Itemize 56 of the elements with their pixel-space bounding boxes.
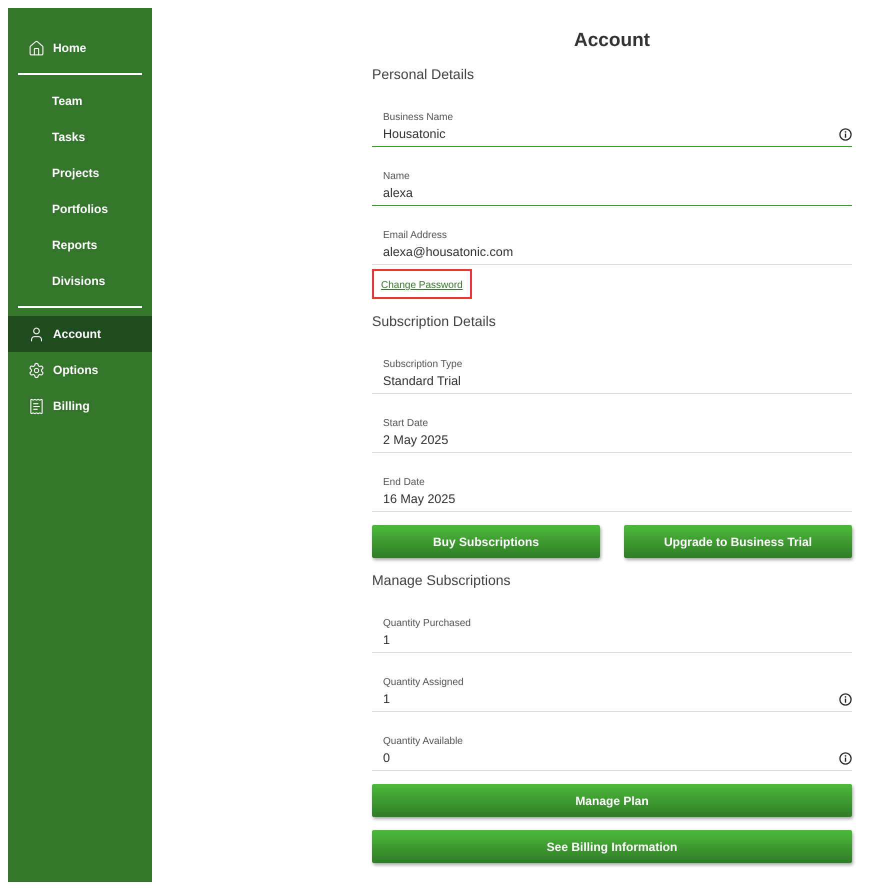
field-label: Business Name: [383, 112, 454, 123]
field-value: Standard Trial: [383, 374, 462, 388]
user-icon: [28, 326, 45, 342]
field-label: Quantity Purchased: [383, 618, 471, 629]
field-value: alexa@housatonic.com: [383, 245, 514, 259]
field-value: 2 May 2025: [383, 433, 448, 447]
nav-item[interactable]: Billing: [8, 388, 152, 424]
nav-label: Options: [53, 363, 98, 377]
field-label: Subscription Type: [383, 359, 462, 370]
field-value: 1: [383, 633, 391, 647]
nav-item[interactable]: Divisions: [8, 263, 152, 299]
field-label: Start Date: [383, 418, 430, 429]
field-value: 0: [383, 751, 391, 765]
field-value: 16 May 2025: [383, 492, 456, 506]
nav-label: Account: [53, 327, 101, 341]
info-icon[interactable]: [839, 752, 852, 765]
nav-item[interactable]: Tasks: [8, 119, 152, 155]
action-button[interactable]: Buy Subscriptions: [372, 525, 600, 558]
nav-label: Projects: [52, 166, 100, 180]
form-field[interactable]: Business Name Housatonic: [372, 88, 852, 147]
action-button[interactable]: See Billing Information: [372, 830, 852, 863]
field-label: Email Address: [383, 230, 448, 241]
info-icon[interactable]: [839, 128, 852, 141]
form-field[interactable]: Name alexa: [372, 147, 852, 206]
nav-label: Reports: [52, 238, 98, 252]
receipt-icon: [28, 398, 45, 414]
nav-label: Billing: [53, 399, 90, 413]
nav-label: Tasks: [52, 130, 86, 144]
page-title: Account: [573, 30, 651, 52]
field-label: Quantity Assigned: [383, 677, 464, 688]
nav-label: Portfolios: [52, 202, 108, 216]
nav-label: Home: [53, 41, 86, 55]
nav-item[interactable]: Team: [8, 83, 152, 119]
nav-item[interactable]: Account: [8, 316, 152, 352]
section-heading: Manage Subscriptions: [372, 572, 512, 588]
nav-item[interactable]: Home: [8, 30, 152, 66]
field-value: alexa: [383, 186, 413, 200]
nav-label: Team: [52, 94, 82, 108]
nav-item[interactable]: Projects: [8, 155, 152, 191]
field-value: 1: [383, 692, 391, 706]
field-label: End Date: [383, 477, 426, 488]
info-icon[interactable]: [839, 693, 852, 706]
field-label: Name: [383, 171, 411, 182]
nav-item[interactable]: Reports: [8, 227, 152, 263]
nav-item[interactable]: Options: [8, 352, 152, 388]
home-icon: [28, 40, 45, 56]
change-password-link[interactable]: Change Password: [381, 280, 463, 291]
nav-item[interactable]: Portfolios: [8, 191, 152, 227]
action-button[interactable]: Manage Plan: [372, 784, 852, 817]
field-label: Quantity Available: [383, 736, 463, 747]
section-heading: Personal Details: [372, 66, 475, 82]
field-value: Housatonic: [383, 127, 447, 141]
action-button[interactable]: Upgrade to Business Trial: [624, 525, 852, 558]
nav-label: Divisions: [52, 274, 106, 288]
section-heading: Subscription Details: [372, 313, 497, 329]
settings-icon: [28, 362, 45, 378]
